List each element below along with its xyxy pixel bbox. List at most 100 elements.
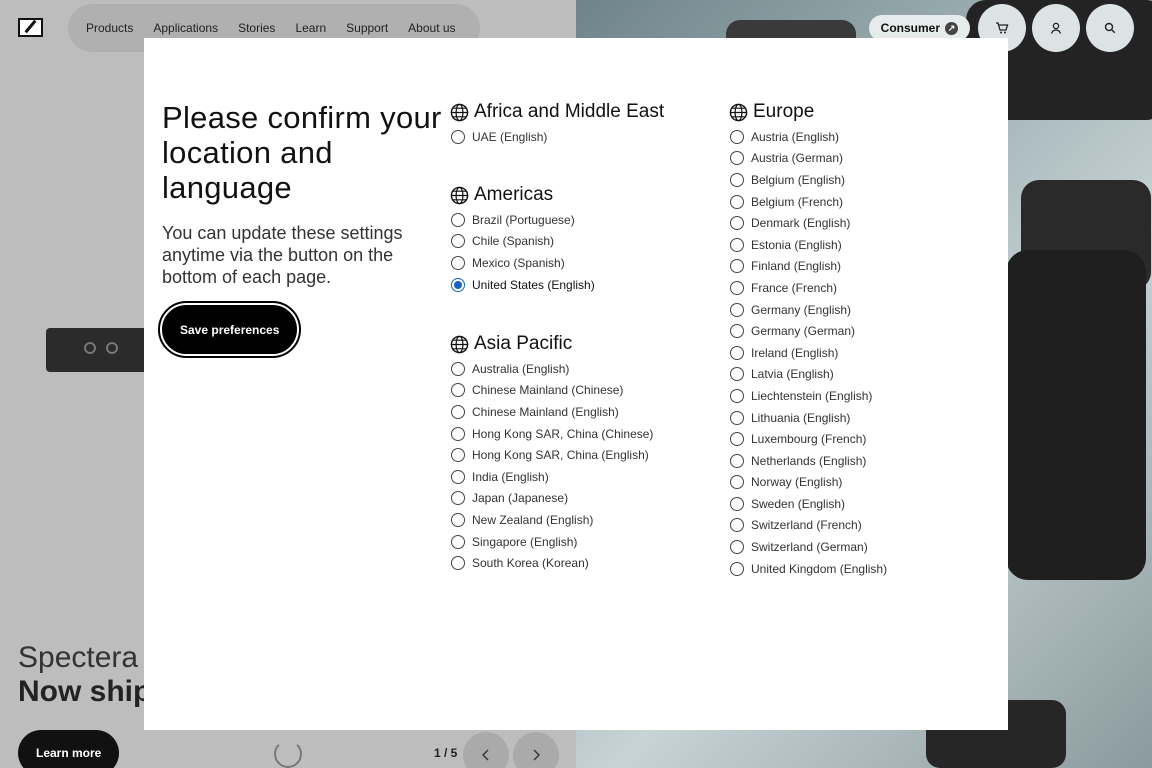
radio-icon[interactable]	[730, 302, 744, 317]
nav-item-about[interactable]: About us	[398, 21, 465, 35]
location-option[interactable]: Hong Kong SAR, China (Chinese)	[450, 423, 653, 445]
location-option[interactable]: Hong Kong SAR, China (English)	[450, 444, 653, 466]
radio-icon[interactable]	[730, 237, 744, 252]
radio-icon[interactable]	[730, 216, 744, 231]
location-option[interactable]: Mexico (Spanish)	[450, 252, 595, 274]
location-option[interactable]: Finland (English)	[729, 256, 887, 278]
location-option-label: Singapore (English)	[472, 534, 578, 549]
nav-item-applications[interactable]: Applications	[143, 21, 228, 35]
location-option[interactable]: Switzerland (French)	[729, 515, 887, 537]
brand-logo[interactable]	[18, 18, 43, 37]
radio-icon[interactable]	[730, 561, 744, 576]
location-option-label: Ireland (English)	[751, 345, 839, 360]
radio-icon[interactable]	[451, 448, 465, 463]
radio-icon[interactable]	[451, 534, 465, 549]
region-asia-pacific: Asia Pacific Australia (English) Chinese …	[450, 332, 653, 574]
nav-item-support[interactable]: Support	[336, 21, 398, 35]
radio-icon[interactable]	[451, 212, 465, 227]
radio-icon[interactable]	[730, 259, 744, 274]
option-list: UAE (English)	[450, 126, 664, 148]
radio-icon[interactable]	[730, 172, 744, 187]
radio-icon[interactable]	[730, 280, 744, 295]
location-option[interactable]: Austria (German)	[729, 148, 887, 170]
location-option[interactable]: Chile (Spanish)	[450, 231, 595, 253]
region-title: Asia Pacific	[474, 333, 573, 354]
radio-icon[interactable]	[451, 277, 465, 292]
nav-item-stories[interactable]: Stories	[228, 21, 285, 35]
location-option[interactable]: India (English)	[450, 466, 653, 488]
location-option[interactable]: Germany (English)	[729, 299, 887, 321]
location-option[interactable]: Liechtenstein (English)	[729, 385, 887, 407]
radio-icon[interactable]	[730, 410, 744, 425]
radio-icon[interactable]	[730, 475, 744, 490]
location-option[interactable]: Germany (German)	[729, 320, 887, 342]
radio-icon[interactable]	[730, 432, 744, 447]
location-option[interactable]: UAE (English)	[450, 126, 664, 148]
radio-icon[interactable]	[730, 518, 744, 533]
location-option-label: Hong Kong SAR, China (Chinese)	[472, 426, 654, 441]
location-option[interactable]: Singapore (English)	[450, 531, 653, 553]
radio-icon[interactable]	[730, 388, 744, 403]
radio-icon[interactable]	[451, 383, 465, 398]
radio-icon[interactable]	[451, 512, 465, 527]
location-option-label: Chinese Mainland (English)	[472, 404, 619, 419]
region-title: Africa and Middle East	[474, 101, 665, 122]
location-option[interactable]: Estonia (English)	[729, 234, 887, 256]
radio-icon[interactable]	[451, 491, 465, 506]
nav-item-learn[interactable]: Learn	[285, 21, 336, 35]
location-option[interactable]: France (French)	[729, 277, 887, 299]
globe-icon	[450, 186, 469, 204]
radio-icon[interactable]	[730, 151, 744, 166]
location-option[interactable]: Denmark (English)	[729, 212, 887, 234]
location-option[interactable]: Latvia (English)	[729, 364, 887, 386]
location-option[interactable]: South Korea (Korean)	[450, 552, 653, 574]
location-option-label: Chinese Mainland (Chinese)	[472, 383, 624, 398]
location-option[interactable]: United Kingdom (English)	[729, 558, 887, 580]
location-option-label: Brazil (Portuguese)	[472, 212, 575, 227]
location-option[interactable]: Belgium (English)	[729, 169, 887, 191]
radio-icon[interactable]	[451, 361, 465, 376]
save-preferences-button[interactable]: Save preferences	[157, 301, 302, 358]
location-option[interactable]: Brazil (Portuguese)	[450, 209, 595, 231]
account-button[interactable]	[1032, 4, 1080, 52]
radio-icon[interactable]	[451, 234, 465, 249]
learn-more-button[interactable]: Learn more	[18, 730, 120, 768]
location-option[interactable]: Australia (English)	[450, 358, 653, 380]
location-option[interactable]: Norway (English)	[729, 472, 887, 494]
radio-icon[interactable]	[451, 556, 465, 571]
location-option[interactable]: Chinese Mainland (English)	[450, 401, 653, 423]
radio-icon[interactable]	[730, 345, 744, 360]
location-option-label: Norway (English)	[751, 475, 843, 490]
radio-icon[interactable]	[730, 367, 744, 382]
chevron-right-icon	[533, 749, 540, 761]
radio-icon[interactable]	[451, 469, 465, 484]
radio-icon[interactable]	[451, 255, 465, 270]
radio-icon[interactable]	[730, 324, 744, 339]
radio-icon[interactable]	[451, 426, 465, 441]
location-option[interactable]: Chinese Mainland (Chinese)	[450, 380, 653, 402]
location-option[interactable]: Belgium (French)	[729, 191, 887, 213]
radio-icon[interactable]	[730, 540, 744, 555]
radio-icon[interactable]	[451, 404, 465, 419]
radio-icon[interactable]	[451, 129, 465, 144]
location-option[interactable]: Luxembourg (French)	[729, 428, 887, 450]
location-option[interactable]: Lithuania (English)	[729, 407, 887, 429]
radio-icon[interactable]	[730, 194, 744, 209]
location-option[interactable]: Switzerland (German)	[729, 536, 887, 558]
nav-item-products[interactable]: Products	[76, 21, 143, 35]
location-option[interactable]: Japan (Japanese)	[450, 488, 653, 510]
radio-icon[interactable]	[730, 496, 744, 511]
location-option-label: Hong Kong SAR, China (English)	[472, 448, 649, 463]
search-button[interactable]	[1086, 4, 1134, 52]
location-option[interactable]: Netherlands (English)	[729, 450, 887, 472]
knob-shape	[106, 342, 118, 354]
location-option[interactable]: Ireland (English)	[729, 342, 887, 364]
product-shape	[1006, 250, 1146, 580]
radio-icon[interactable]	[730, 453, 744, 468]
radio-icon[interactable]	[730, 129, 744, 144]
location-option[interactable]: Sweden (English)	[729, 493, 887, 515]
location-option[interactable]: Austria (English)	[729, 126, 887, 148]
location-option[interactable]: United States (English)	[450, 274, 595, 296]
location-option[interactable]: New Zealand (English)	[450, 509, 653, 531]
carousel-pager: 1 / 5	[434, 746, 458, 760]
